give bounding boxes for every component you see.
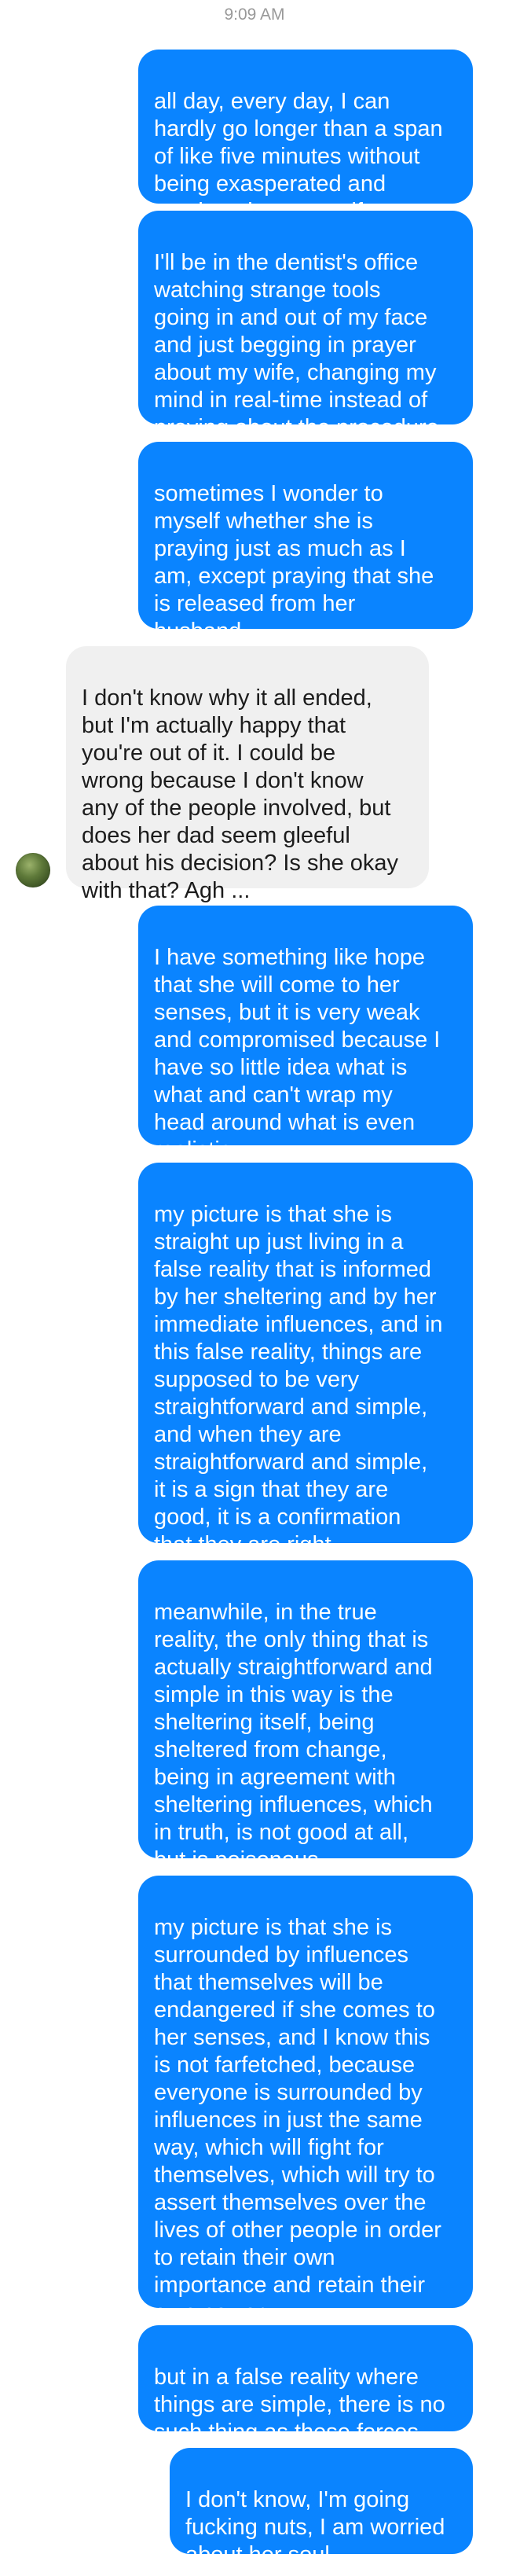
message-bubble-incoming[interactable]: I don't know why it all ended, but I'm a… xyxy=(66,646,429,903)
message-text: my picture is that she is straight up ju… xyxy=(154,1202,443,1557)
message-text: I don't know, I'm going fucking nuts, I … xyxy=(185,2487,445,2567)
message-bubble-outgoing[interactable]: all day, every day, I can hardly go long… xyxy=(138,50,473,224)
message-bubble-outgoing[interactable]: I have something like hope that she will… xyxy=(138,906,473,1163)
message-bubble-outgoing[interactable]: but in a false reality where things are … xyxy=(138,2325,473,2445)
message-text: I'll be in the dentist's office watching… xyxy=(154,250,439,440)
message-text: all day, every day, I can hardly go long… xyxy=(154,89,443,224)
message-bubble-outgoing[interactable]: I don't know, I'm going fucking nuts, I … xyxy=(170,2448,473,2567)
message-text: sometimes I wonder to myself whether she… xyxy=(154,481,434,644)
message-timestamp: 9:09 AM xyxy=(224,6,285,24)
message-bubble-outgoing[interactable]: my picture is that she is surrounded by … xyxy=(138,1876,473,2325)
contact-avatar[interactable] xyxy=(16,853,50,887)
message-bubble-outgoing[interactable]: meanwhile, in the true reality, the only… xyxy=(138,1560,473,1872)
message-text: but in a false reality where things are … xyxy=(154,2365,445,2445)
message-text: my picture is that she is surrounded by … xyxy=(154,1915,441,2325)
message-text: I have something like hope that she will… xyxy=(154,945,441,1163)
message-text: I don't know why it all ended, but I'm a… xyxy=(82,685,399,903)
message-bubble-outgoing[interactable]: sometimes I wonder to myself whether she… xyxy=(138,442,473,644)
message-bubble-outgoing[interactable]: I'll be in the dentist's office watching… xyxy=(138,211,473,440)
message-text: meanwhile, in the true reality, the only… xyxy=(154,1600,433,1872)
message-bubble-outgoing[interactable]: my picture is that she is straight up ju… xyxy=(138,1163,473,1557)
